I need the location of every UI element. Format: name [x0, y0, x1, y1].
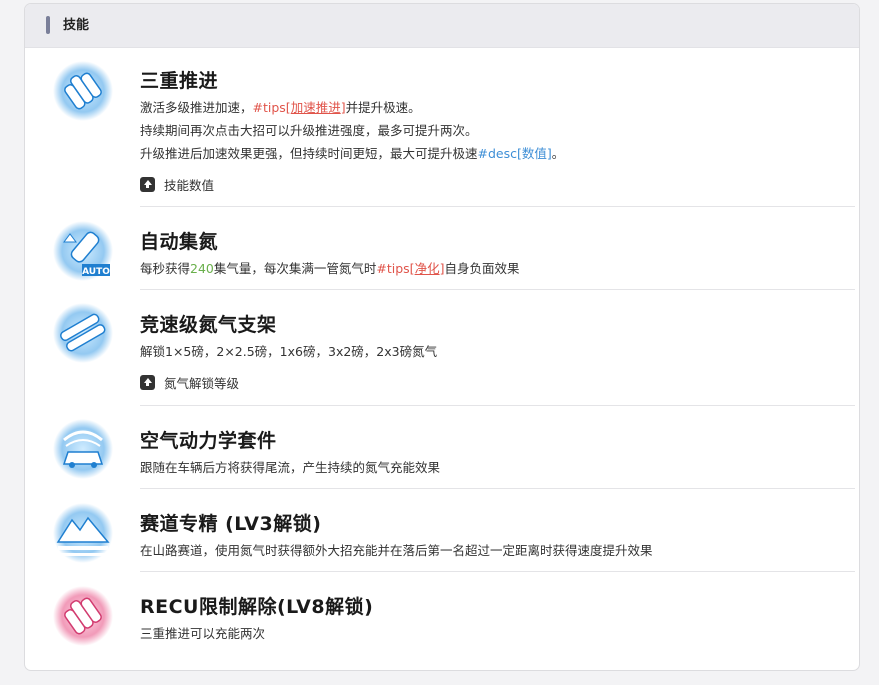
aero-kit-icon — [52, 418, 114, 480]
nitro-triple-icon — [52, 60, 114, 122]
skill-values-toggle[interactable]: 技能数值 — [140, 174, 214, 194]
skill-title: 空气动力学套件 — [140, 430, 277, 452]
desc-link-value[interactable]: 数值 — [522, 146, 547, 161]
toggle-label: 氮气解锁等级 — [164, 375, 240, 391]
toggle-label: 技能数值 — [164, 177, 215, 193]
tips-tag: #tips[ — [252, 100, 291, 115]
skill-title: 竞速级氮气支架 — [140, 314, 277, 336]
skill-description-line: 每秒获得240集气量，每次集满一管氮气时#tips[净化]自身负面效果 — [140, 257, 519, 280]
desc-text: 并提升极速。 — [345, 100, 421, 115]
nitro-unlock-level-toggle[interactable]: 氮气解锁等级 — [140, 372, 239, 392]
divider — [140, 206, 855, 207]
skill-description-line: 解锁1×5磅，2×2.5磅，1x6磅，3x2磅，2x3磅氮气 — [140, 344, 438, 359]
divider — [140, 405, 855, 406]
desc-text: 集气量，每次集满一管氮气时 — [213, 261, 377, 276]
expand-up-icon — [140, 176, 155, 192]
skill-description-line: 持续期间再次点击大招可以升级推进强度，最多可提升两次。 — [140, 123, 478, 138]
desc-text: 自身负面效果 — [444, 261, 520, 276]
skill-description-line: 三重推进可以充能两次 — [140, 626, 266, 641]
skills-card: 技能 三重推进 激活多级推进加速，#tips[加速推进]并提升极速。 持续期间再… — [24, 3, 860, 671]
divider — [140, 488, 855, 489]
nitro-rack-icon — [52, 302, 114, 364]
svg-text:AUTO: AUTO — [82, 267, 110, 277]
skill-description-line: 升级推进后加速效果更强，但持续时间更短，最大可提升极速#desc[数值]。 — [140, 142, 564, 165]
skill-title: 自动集氮 — [140, 231, 219, 253]
desc-tag: #desc[ — [477, 146, 522, 161]
header-title: 技能 — [63, 18, 90, 33]
desc-text: 升级推进后加速效果更强，但持续时间更短，最大可提升极速 — [140, 146, 478, 161]
auto-nitro-icon: AUTO — [52, 220, 114, 282]
skill-title: RECU限制解除(LV8解锁) — [140, 596, 374, 618]
desc-text: 。 — [551, 146, 565, 161]
tips-link-accel-boost[interactable]: 加速推进 — [291, 100, 341, 115]
desc-text: 每秒获得 — [140, 261, 191, 276]
skill-title: 赛道专精 (LV3解锁) — [140, 513, 322, 535]
divider — [140, 571, 855, 572]
header-accent-bar — [46, 16, 50, 34]
desc-number: 240 — [190, 261, 214, 276]
card-header: 技能 — [25, 4, 859, 48]
skill-title: 三重推进 — [140, 70, 219, 92]
skill-description-line: 跟随在车辆后方将获得尾流，产生持续的氮气充能效果 — [140, 460, 441, 475]
desc-text: 激活多级推进加速， — [140, 100, 253, 115]
recu-unlock-icon — [52, 585, 114, 647]
divider — [140, 289, 855, 290]
skill-description-line: 在山路赛道，使用氮气时获得额外大招充能并在落后第一名超过一定距离时获得速度提升效… — [140, 543, 653, 558]
expand-up-icon — [140, 374, 155, 390]
skill-description-line: 激活多级推进加速，#tips[加速推进]并提升极速。 — [140, 96, 421, 119]
tips-tag: #tips[ — [376, 261, 415, 276]
mountain-track-icon — [52, 502, 114, 564]
tips-link-cleanse[interactable]: 净化 — [415, 261, 440, 276]
